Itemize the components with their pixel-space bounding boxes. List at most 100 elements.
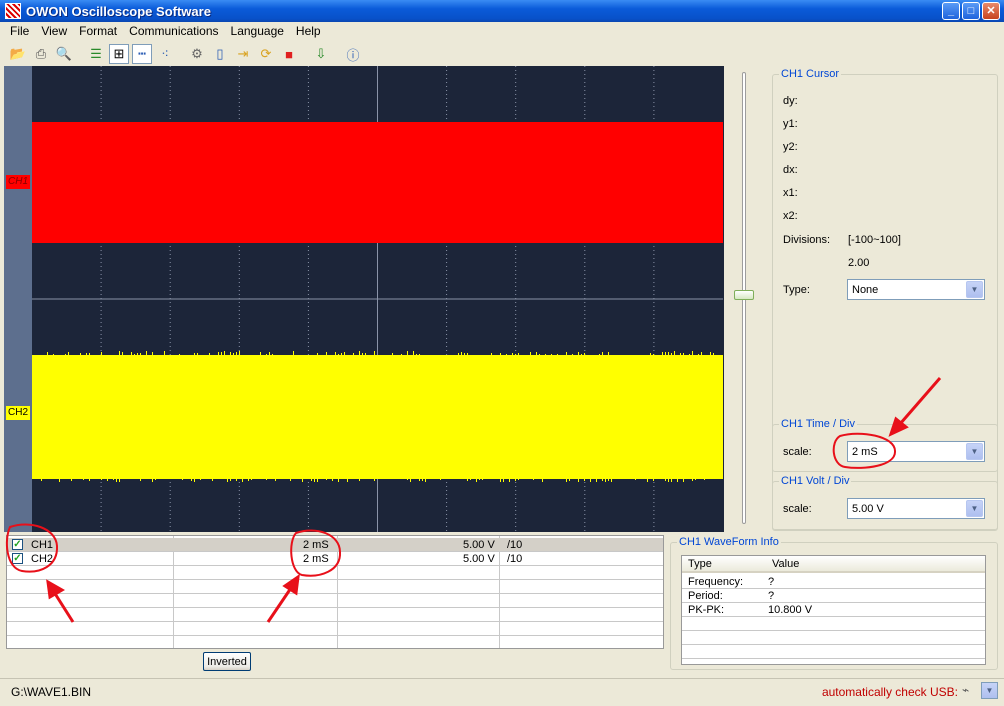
- ch2-noise-spike: [491, 353, 492, 357]
- ch2-noise-spike: [701, 352, 702, 356]
- ch2-checkbox[interactable]: ✓: [12, 553, 23, 564]
- ch1-checkbox[interactable]: ✓: [12, 539, 23, 550]
- ch2-volt: 5.00 V: [463, 553, 495, 565]
- ch2-noise-spike: [566, 352, 567, 356]
- ch2-noise-spike: [536, 352, 537, 356]
- ch2-noise-spike: [326, 352, 327, 356]
- table-row-ch2[interactable]: ✓ CH2 2 mS 5.00 V /10: [7, 552, 663, 566]
- ch2-noise-spike: [662, 352, 663, 356]
- ch2-offset-marker[interactable]: CH2: [6, 406, 31, 420]
- ch2-noise-spike: [212, 479, 213, 481]
- ch2-noise-spike: [290, 479, 291, 481]
- type-column-header[interactable]: Type: [688, 556, 712, 573]
- maximize-button[interactable]: □: [962, 2, 980, 20]
- pkpk-label: PK-PK:: [688, 604, 725, 616]
- stop-icon[interactable]: ■: [279, 44, 299, 64]
- status-file-path: G:\WAVE1.BIN: [11, 685, 92, 699]
- menu-format[interactable]: Format: [73, 24, 123, 38]
- period-label: Period:: [688, 590, 723, 602]
- ch2-noise-spike: [374, 479, 375, 481]
- open-icon[interactable]: 📂: [8, 44, 28, 64]
- ch2-noise-spike: [236, 479, 237, 481]
- ch2-noise-spike: [341, 353, 342, 357]
- cursor-type-select[interactable]: None ▼: [847, 279, 985, 300]
- grid-icon[interactable]: ⊞: [109, 44, 129, 64]
- time-div-title: CH1 Time / Div: [779, 418, 857, 430]
- divisions-range: [-100~100]: [848, 234, 901, 246]
- ch2-noise-spike: [236, 352, 237, 356]
- ch2-noise-spike: [209, 353, 210, 357]
- ch2-noise-spike: [512, 353, 513, 357]
- inverted-button[interactable]: Inverted: [203, 652, 251, 671]
- ch2-noise-spike: [392, 353, 393, 357]
- waveform-info-title: CH1 WaveForm Info: [677, 536, 781, 548]
- ch2-noise-spike: [317, 353, 318, 357]
- ch2-noise-spike: [578, 479, 579, 482]
- menu-language[interactable]: Language: [225, 24, 290, 38]
- table-row: [7, 594, 663, 608]
- dx-label: dx:: [783, 164, 798, 176]
- export-icon[interactable]: ⇩: [311, 44, 331, 64]
- ch2-noise-spike: [224, 351, 225, 355]
- slider-thumb[interactable]: [734, 290, 754, 300]
- list-icon[interactable]: ☰: [86, 44, 106, 64]
- menu-file[interactable]: File: [4, 24, 35, 38]
- ch2-noise-spike: [647, 479, 648, 482]
- ch2-noise-spike: [542, 479, 543, 482]
- import-icon[interactable]: ⇥: [233, 44, 253, 64]
- ch2-noise-spike: [242, 479, 243, 482]
- chevron-down-icon[interactable]: ▼: [966, 500, 983, 517]
- table-row-ch1[interactable]: ✓ CH1 2 mS 5.00 V /10: [7, 538, 663, 552]
- usb-check-status: automatically check USB:: [821, 685, 958, 699]
- ch2-noise-spike: [218, 352, 219, 356]
- ch2-noise-spike: [326, 479, 327, 480]
- ch2-noise-spike: [419, 479, 420, 481]
- ch2-noise-spike: [410, 479, 411, 482]
- print-icon[interactable]: ⎙: [31, 44, 51, 64]
- channel-offset-bar[interactable]: [4, 66, 32, 532]
- value-column-header[interactable]: Value: [772, 556, 799, 573]
- ch2-noise-spike: [605, 479, 606, 482]
- help-icon[interactable]: ⓘ: [343, 44, 363, 64]
- usb-check-dropdown[interactable]: ▼: [981, 682, 998, 699]
- refresh-icon[interactable]: ⟳: [256, 44, 276, 64]
- print-preview-icon[interactable]: 🔍: [54, 44, 74, 64]
- ch2-noise-spike: [557, 354, 558, 358]
- oscilloscope-screen[interactable]: [6, 66, 724, 532]
- ch2-noise-spike: [506, 354, 507, 358]
- menu-bar: File View Format Communications Language…: [0, 22, 1004, 40]
- ch2-noise-spike: [179, 354, 180, 358]
- ch2-noise-spike: [515, 479, 516, 481]
- ch2-probe: /10: [507, 553, 523, 565]
- usb-device-icon[interactable]: ▯: [210, 44, 230, 64]
- usb-disconnected-icon: ⌁: [962, 683, 970, 697]
- ch2-noise-spike: [680, 353, 681, 357]
- ch1-name: CH1: [31, 539, 54, 551]
- ch2-noise-spike: [635, 479, 636, 480]
- trigger-level-slider[interactable]: [732, 72, 756, 524]
- settings-icon[interactable]: ⚙: [187, 44, 207, 64]
- minimize-button[interactable]: _: [942, 2, 960, 20]
- time-scale-select[interactable]: 2 mS ▼: [847, 441, 985, 462]
- ch2-noise-spike: [293, 351, 294, 355]
- table-row: [7, 580, 663, 594]
- status-bar: G:\WAVE1.BIN automatically check USB: ⌁ …: [0, 678, 1004, 706]
- ch2-noise-spike: [665, 352, 666, 356]
- ch2-noise-spike: [692, 479, 693, 481]
- ch2-noise-spike: [317, 479, 318, 482]
- ch2-noise-spike: [338, 354, 339, 358]
- menu-view[interactable]: View: [35, 24, 73, 38]
- volt-scale-select[interactable]: 5.00 V ▼: [847, 498, 985, 519]
- close-button[interactable]: ✕: [982, 2, 1000, 20]
- menu-communications[interactable]: Communications: [123, 24, 224, 38]
- ch1-offset-marker[interactable]: CH1: [6, 175, 31, 189]
- chevron-down-icon[interactable]: ▼: [966, 443, 983, 460]
- ch2-noise-spike: [344, 352, 345, 356]
- xy-icon[interactable]: ⁖: [155, 44, 175, 64]
- cursor-type-value: None: [852, 283, 879, 296]
- ch2-noise-spike: [479, 479, 480, 480]
- menu-help[interactable]: Help: [290, 24, 327, 38]
- frequency-value: ?: [768, 576, 775, 588]
- dots-icon[interactable]: ┅: [132, 44, 152, 64]
- chevron-down-icon[interactable]: ▼: [966, 281, 983, 298]
